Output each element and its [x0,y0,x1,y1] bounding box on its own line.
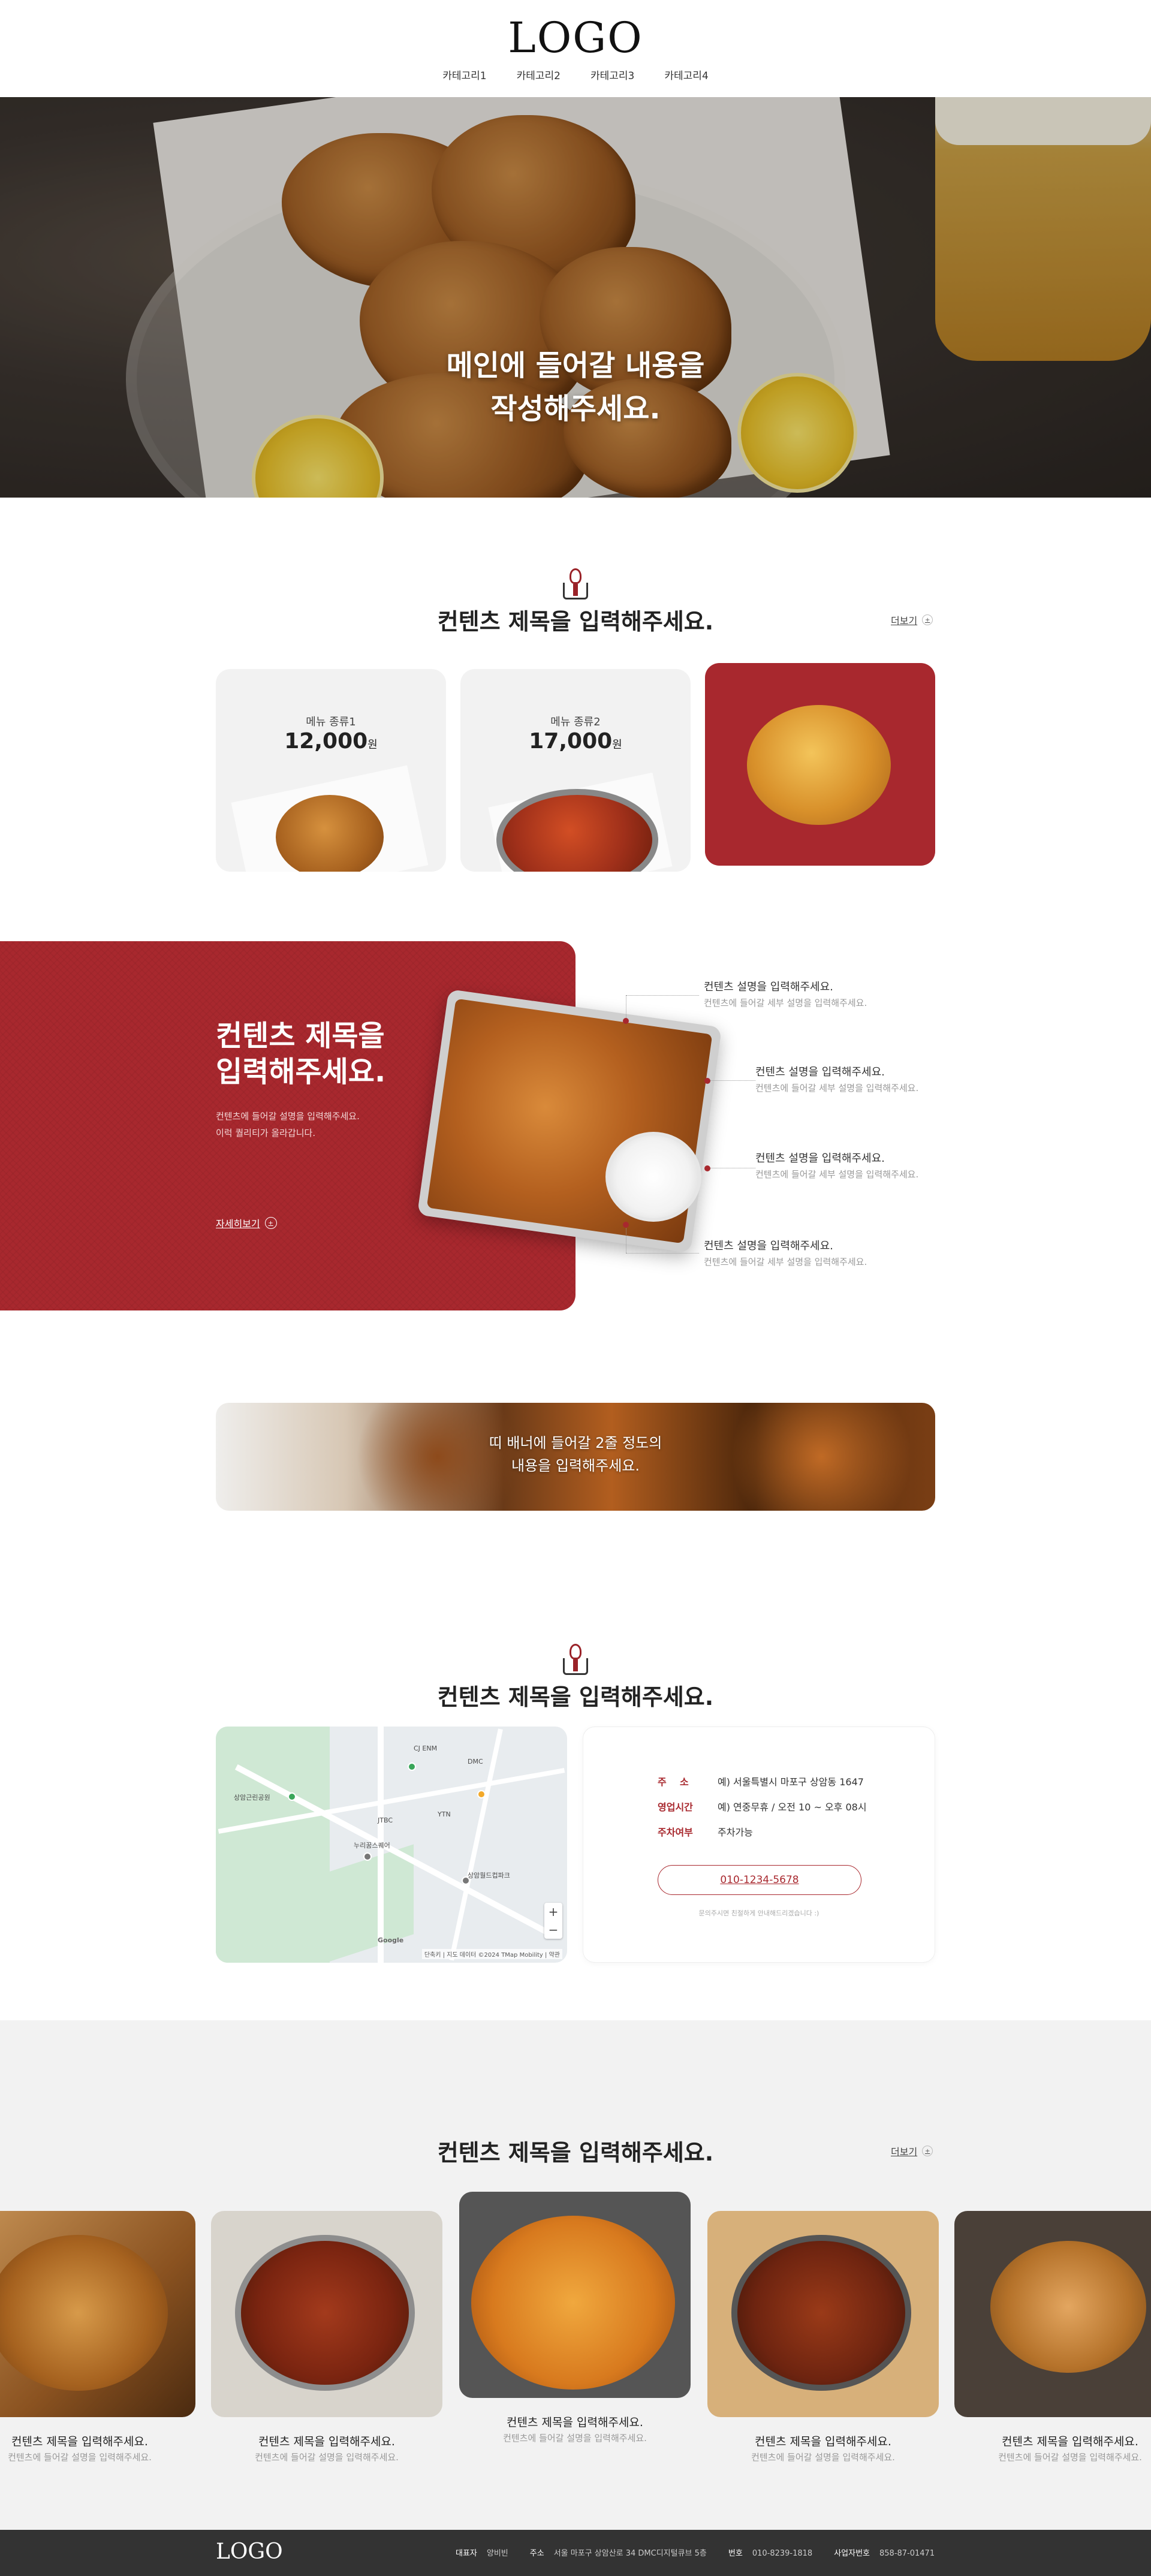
nav-category-4[interactable]: 카테고리4 [664,67,708,82]
carousel-item-desc: 컨텐츠에 들어갈 설명을 입력해주세요. [503,2433,647,2444]
feature-item: 컨텐츠 설명을 입력해주세요. 컨텐츠에 들어갈 세부 설명을 입력해주세요. [755,1152,919,1180]
carousel-slide-2[interactable] [211,2211,442,2417]
feature-point-dot [623,1018,629,1024]
carousel-item-desc: 컨텐츠에 들어갈 설명을 입력해주세요. [255,2452,399,2463]
feature-point-dot [704,1078,710,1084]
main-nav: 카테고리1 카테고리2 카테고리3 카테고리4 [0,67,1151,82]
plus-circle-icon: + [264,1217,277,1229]
carousel-slide-3[interactable] [459,2192,691,2398]
contact-note: 문의주시면 친절하게 안내해드리겠습니다 :) [698,1909,819,1917]
feature-description: 컨텐츠에 들어갈 설명을 입력해주세요. 이럭 퀄리티가 올라갑니다. [216,1111,360,1138]
location-section-title: 컨텐츠 제목을 입력해주세요. [437,1684,714,1710]
nav-category-2[interactable]: 카테고리2 [517,67,561,82]
feature-radish-bowl [605,1132,701,1222]
address-row: 주 소 예) 서울특별시 마포구 상암동 1647 [658,1776,864,1788]
strip-banner-text: 띠 배너에 들어갈 2줄 정도의 내용을 입력해주세요. [489,1435,662,1474]
plus-circle-icon: + [922,614,933,625]
carousel-slide-4[interactable] [707,2211,939,2417]
feature-point-dot [704,1165,710,1171]
carousel-item-desc: 컨텐츠에 들어갈 설명을 입력해주세요. [751,2452,895,2463]
footer-company-info: 대표자 양비빈 주소 서울 마포구 상암산로 34 DMC디지털큐브 5층 번호 01… [456,2549,935,2558]
nav-category-3[interactable]: 카테고리3 [590,67,634,82]
feature-point-dot [623,1222,629,1228]
menu-food-image [276,795,384,872]
mascot-icon [563,568,588,599]
hero-heading: 메인에 들어갈 내용을 작성해주세요. [446,349,705,426]
menu-section: 컨텐츠 제목을 입력해주세요. 더보기 + 메뉴 종류1 12,000원 메뉴 … [0,498,1151,941]
location-info-card: 주 소 예) 서울특별시 마포구 상암동 1647 영업시간 예) 연중무휴 /… [583,1727,935,1963]
site-footer: LOGO 대표자 양비빈 주소 서울 마포구 상암산로 34 DMC디지털큐브 5층… [0,2530,1151,2576]
carousel-item-desc: 컨텐츠에 들어갈 설명을 입력해주세요. [998,2452,1142,2463]
carousel-item-title: 컨텐츠 제목을 입력해주세요. [755,2435,891,2448]
carousel-item-desc: 컨텐츠에 들어갈 설명을 입력해주세요. [8,2452,152,2463]
carousel-section-title: 컨텐츠 제목을 입력해주세요. [437,2140,714,2166]
carousel-item-title: 컨텐츠 제목을 입력해주세요. [507,2416,643,2429]
feature-item: 컨텐츠 설명을 입력해주세요. 컨텐츠에 들어갈 세부 설명을 입력해주세요. [704,981,867,1008]
location-section: 컨텐츠 제목을 입력해주세요. CJ ENM DMC 상암근린공원 JTBC Y… [0,1589,1151,2020]
site-logo[interactable]: LOGO [0,13,1151,62]
phone-call-button[interactable]: 010-1234-5678 [658,1865,861,1895]
feature-item: 컨텐츠 설명을 입력해주세요. 컨텐츠에 들어갈 세부 설명을 입력해주세요. [704,1240,867,1267]
menu-more-link[interactable]: 더보기 + [891,613,933,627]
carousel-item-title: 컨텐츠 제목을 입력해주세요. [1002,2435,1138,2448]
parking-row: 주차여부 주차가능 [658,1827,753,1838]
menu-card-3[interactable] [705,663,935,866]
nav-category-1[interactable]: 카테고리1 [442,67,486,82]
feature-detail-link[interactable]: 자세히보기 + [216,1216,277,1230]
carousel-slide-1[interactable] [0,2211,195,2417]
menu-card-1[interactable]: 메뉴 종류1 12,000원 [216,669,446,872]
carousel-slide-5[interactable] [954,2211,1151,2417]
carousel-item-title: 컨텐츠 제목을 입력해주세요. [11,2435,148,2448]
hours-row: 영업시간 예) 연중무휴 / 오전 10 ~ 오후 08시 [658,1801,867,1813]
hero-banner: 메인에 들어갈 내용을 작성해주세요. [0,97,1151,498]
menu-card-2[interactable]: 메뉴 종류2 17,000원 [460,669,691,872]
menu-section-title: 컨텐츠 제목을 입력해주세요. [437,608,714,635]
strip-banner-section: 띠 배너에 들어갈 2줄 정도의 내용을 입력해주세요. [0,1403,1151,1589]
site-header: LOGO 카테고리1 카테고리2 카테고리3 카테고리4 [0,0,1151,97]
feature-title: 컨텐츠 제목을 입력해주세요. [216,1019,386,1089]
map-pin-icon[interactable] [408,1762,416,1771]
strip-banner[interactable]: 띠 배너에 들어갈 2줄 정도의 내용을 입력해주세요. [216,1403,935,1511]
menu-price: 17,000 [529,729,613,754]
map-pin-icon[interactable] [477,1790,486,1798]
footer-logo[interactable]: LOGO [216,2539,283,2564]
feature-section: 컨텐츠 제목을 입력해주세요. 컨텐츠에 들어갈 설명을 입력해주세요. 이럭 … [0,941,1151,1403]
map-pin-icon[interactable] [288,1792,296,1801]
plus-circle-icon: + [922,2146,933,2156]
menu-price: 12,000 [284,729,368,754]
carousel-item-title: 컨텐츠 제목을 입력해주세요. [258,2435,395,2448]
menu-food-image [747,705,891,825]
map-zoom-control[interactable]: + − [544,1903,562,1939]
map-pin-icon[interactable] [363,1852,372,1861]
feature-item: 컨텐츠 설명을 입력해주세요. 컨텐츠에 들어갈 세부 설명을 입력해주세요. [755,1066,919,1093]
mascot-icon [563,1644,588,1675]
location-map[interactable]: CJ ENM DMC 상암근린공원 JTBC YTN 누리꿈스퀘어 상암월드컵파… [216,1727,567,1963]
carousel-more-link[interactable]: 더보기 + [891,2144,933,2158]
menu-carousel-section: 컨텐츠 제목을 입력해주세요. 더보기 + 컨텐츠 제목을 입력해주세요. 컨텐… [0,2020,1151,2530]
